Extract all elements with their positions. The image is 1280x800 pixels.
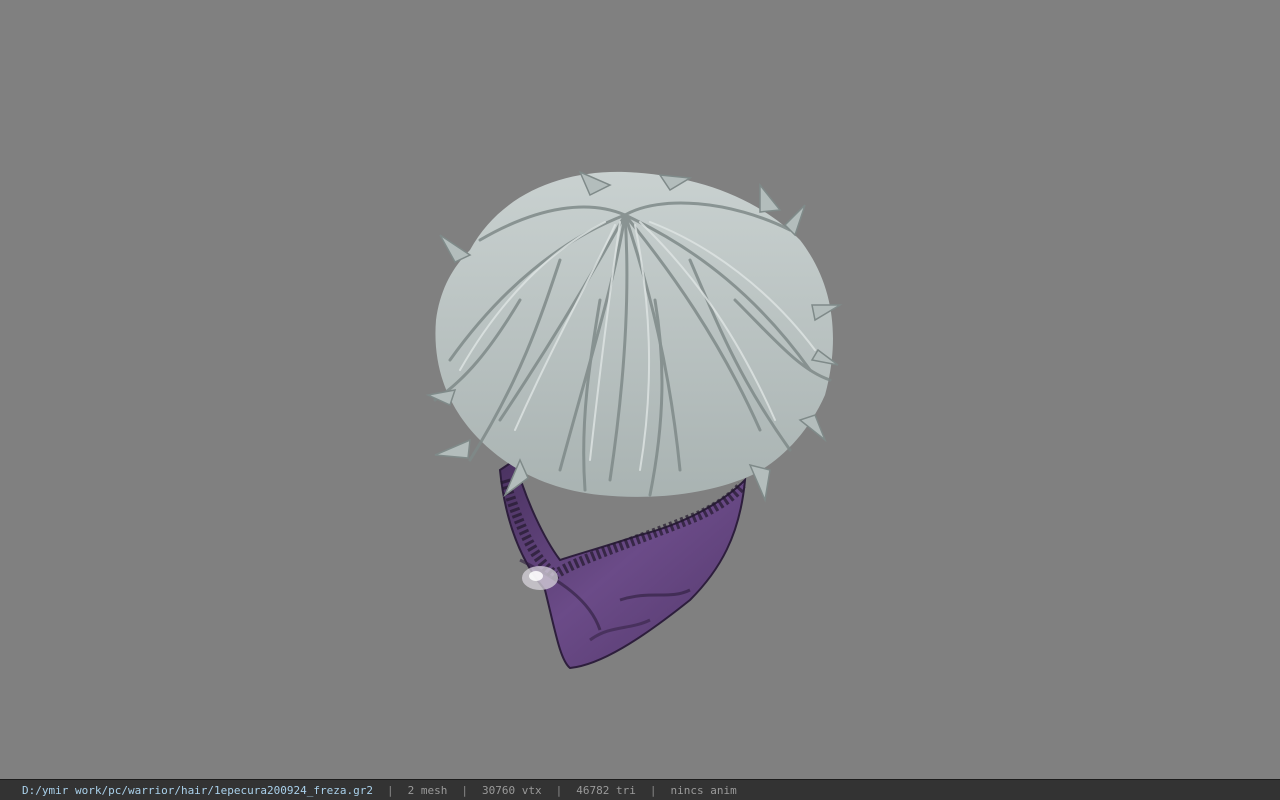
separator: | <box>649 783 657 797</box>
vertex-count-label: 30760 vtx <box>482 783 542 797</box>
3d-viewport[interactable] <box>0 0 1280 779</box>
triangle-count-label: 46782 tri <box>576 783 636 797</box>
separator: | <box>387 783 394 797</box>
anim-status-label: nincs anim <box>670 783 737 797</box>
status-bar: D:/ymir work/pc/warrior/hair/1epecura200… <box>0 779 1280 800</box>
hair-mesh <box>425 170 843 503</box>
file-path-label: D:/ymir work/pc/warrior/hair/1epecura200… <box>22 783 373 797</box>
mesh-count-label: 2 mesh <box>407 783 448 797</box>
hair-model <box>425 170 843 670</box>
separator: | <box>555 783 563 797</box>
separator: | <box>461 783 468 797</box>
